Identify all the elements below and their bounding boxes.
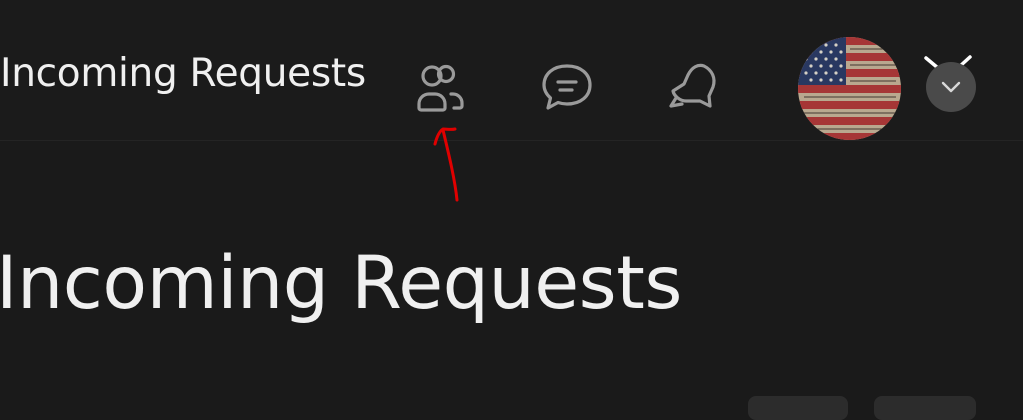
friends-icon	[417, 64, 464, 112]
notifications-button[interactable]	[664, 58, 724, 118]
filter-chip[interactable]	[748, 396, 848, 420]
page-title: Incoming Requests	[0, 241, 682, 326]
filter-chip[interactable]	[874, 396, 976, 420]
chat-icon	[542, 64, 592, 110]
annotation-arrow-icon	[433, 127, 459, 202]
chat-button[interactable]	[537, 58, 597, 118]
bell-icon	[669, 63, 716, 108]
header-title: Incoming Requests	[0, 51, 366, 96]
user-avatar[interactable]	[798, 37, 901, 140]
account-dropdown-button[interactable]	[926, 62, 976, 112]
top-header: Incoming Requests	[0, 0, 1023, 141]
chevron-down-icon	[941, 81, 961, 93]
flag-avatar-image	[798, 37, 901, 140]
friends-button[interactable]	[410, 58, 470, 118]
